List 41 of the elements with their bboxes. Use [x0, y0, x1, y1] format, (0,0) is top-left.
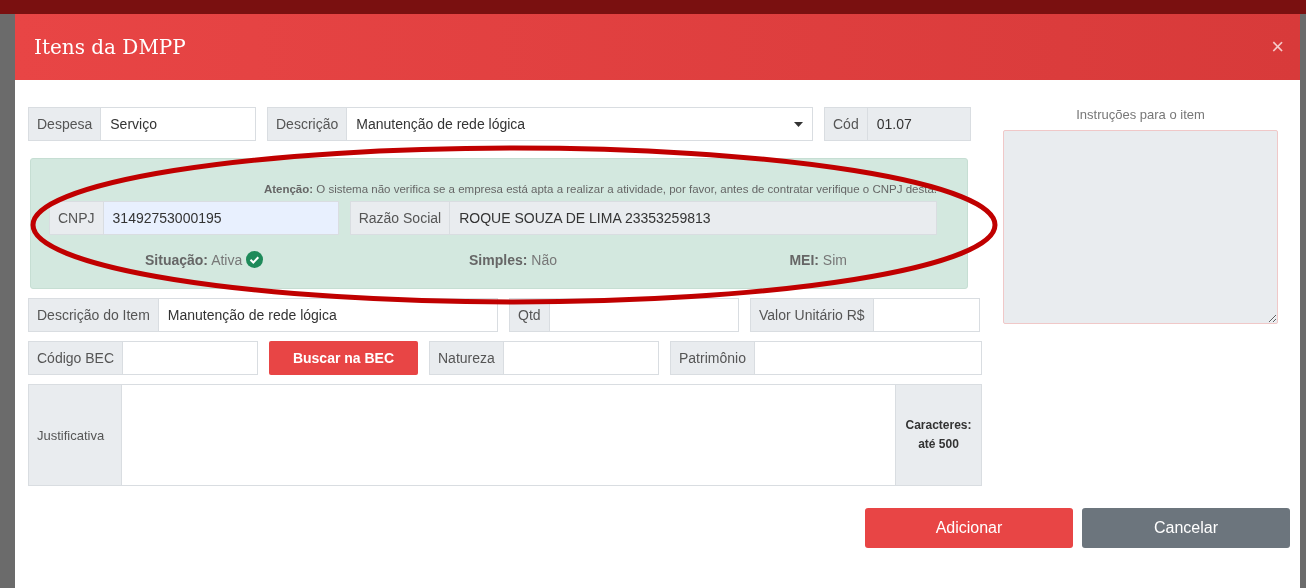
- quantity-field[interactable]: Qtd: [509, 298, 739, 332]
- justification-label: Justificativa: [28, 384, 122, 486]
- asset-label: Patrimônio: [670, 341, 754, 375]
- status-text: Situação: Ativa: [145, 251, 243, 268]
- cnpj-input[interactable]: 31492753000195: [102, 201, 339, 235]
- asset-field[interactable]: Patrimônio: [670, 341, 982, 375]
- cnpj-label: CNPJ: [49, 201, 103, 235]
- search-bec-button[interactable]: Buscar na BEC: [269, 341, 418, 375]
- unit-price-field[interactable]: Valor Unitário R$: [750, 298, 980, 332]
- caret-icon: [794, 121, 803, 127]
- company-name-input[interactable]: ROQUE SOUZA DE LIMA 23353259813: [449, 201, 937, 235]
- expense-field[interactable]: Despesa Serviço: [28, 107, 256, 141]
- status-text: MEI: Sim: [789, 251, 847, 268]
- status-text: Simples: Não: [469, 251, 557, 268]
- expense-label: Despesa: [28, 107, 101, 141]
- unit-price-label: Valor Unitário R$: [750, 298, 873, 332]
- code-label: Cód: [824, 107, 867, 141]
- bec-code-field[interactable]: Código BEC: [28, 341, 258, 375]
- code-input[interactable]: 01.07: [866, 107, 971, 141]
- bec-code-label: Código BEC: [28, 341, 123, 375]
- justification-input[interactable]: [122, 384, 895, 486]
- dialog-title: Itens da DMPP: [34, 35, 186, 59]
- instructions-label: Instruções para o item: [1075, 107, 1206, 122]
- description-label: Descrição: [267, 107, 347, 141]
- instructions-input[interactable]: [1003, 130, 1278, 324]
- add-button[interactable]: Adicionar: [865, 508, 1073, 548]
- item-description-input[interactable]: Manutenção de rede lógica: [157, 298, 498, 332]
- nature-label: Natureza: [429, 341, 503, 375]
- nature-field[interactable]: Natureza: [429, 341, 659, 375]
- unit-price-input[interactable]: [872, 298, 980, 332]
- quantity-input[interactable]: [548, 298, 739, 332]
- item-description-label: Descrição do Item: [28, 298, 158, 332]
- company-name-label: Razão Social: [349, 201, 450, 235]
- cancel-button[interactable]: Cancelar: [1082, 508, 1290, 548]
- bec-code-input[interactable]: [122, 341, 258, 375]
- item-description-field[interactable]: Descrição do Item Manutenção de rede lógica: [28, 298, 498, 332]
- character-limit: Caracteres: até 500: [895, 384, 982, 486]
- description-select[interactable]: Manutenção de rede lógica: [346, 107, 813, 141]
- nature-input[interactable]: [502, 341, 659, 375]
- expense-input[interactable]: Serviço: [100, 107, 256, 141]
- asset-input[interactable]: [753, 341, 982, 375]
